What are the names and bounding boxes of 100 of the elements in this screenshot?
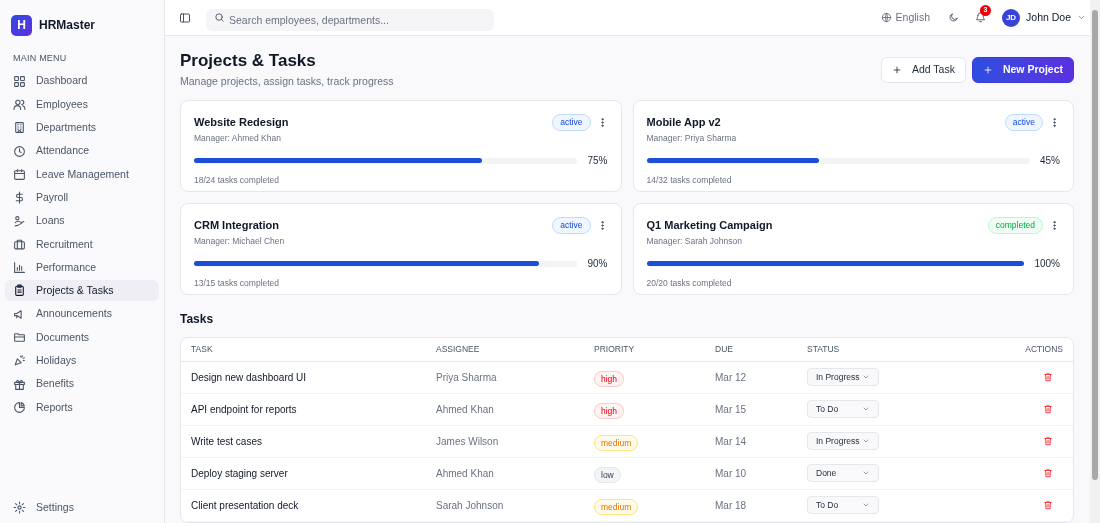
task-name: API endpoint for reports [191,402,298,417]
status-dropdown[interactable]: Done [807,464,879,483]
manager-name: Manager: Sarah Johnson [646,234,743,248]
sidebar-item[interactable]: Attendance [5,140,159,162]
theme-toggle-button[interactable] [948,12,960,23]
new-project-button[interactable]: New Project [971,57,1074,83]
sidebar-item[interactable]: Recruitment [5,233,159,255]
column-header: ASSIGNEE [436,342,481,356]
section-title: Tasks [180,310,215,328]
building-icon [13,121,26,135]
due-date: Mar 18 [715,498,748,513]
page-title: Projects & Tasks [180,50,317,72]
progress-percent: 90% [587,257,608,272]
grid-icon [13,74,26,88]
due-date: Mar 14 [715,434,748,449]
chevron-down-icon [1077,13,1086,22]
due-date: Mar 12 [715,370,748,385]
sidebar-item[interactable]: Loans [5,210,159,232]
priority-badge: medium [594,499,639,516]
user-name: John Doe [1026,9,1071,25]
sidebar-item[interactable]: Announcements [5,303,159,325]
status-badge: completed [987,216,1043,234]
project-name: Website Redesign [194,114,289,130]
priority-badge: low [594,467,621,484]
sidebar-item[interactable]: Payroll [5,187,159,209]
project-name: Mobile App v2 [646,114,721,130]
party-popper-icon [13,354,26,368]
due-date: Mar 10 [715,466,748,481]
sidebar-toggle-icon [179,11,191,24]
column-header: STATUS [807,342,841,356]
status-dropdown[interactable]: To Do [807,400,879,419]
pie-chart-icon [13,400,26,414]
bell-icon [975,12,987,23]
assignee-name: Sarah Johnson [436,498,505,513]
briefcase-icon [13,237,26,251]
priority-badge: medium [594,435,639,452]
sidebar-item[interactable]: Departments [5,117,159,139]
column-header: DUE [715,342,734,356]
gift-icon [13,377,26,391]
moon-icon [948,12,960,23]
assignee-name: Priya Sharma [436,370,498,385]
column-header: PRIORITY [594,342,636,356]
project-name: Q1 Marketing Campaign [646,217,773,233]
status-badge: active [552,113,591,131]
sidebar-item[interactable]: Performance [5,257,159,279]
trash-icon [1043,500,1053,511]
column-header: TASK [191,342,214,356]
clock-icon [13,144,26,158]
tasks-completed: 13/15 tasks completed [194,277,281,290]
user-menu-button[interactable]: JD John Doe [1002,8,1086,27]
users-icon [13,98,26,112]
search-field[interactable]: Search employees, departments... [206,8,494,31]
sidebar-item[interactable]: Holidays [5,350,159,372]
sidebar-item[interactable]: Projects & Tasks [5,280,159,302]
sidebar-item[interactable]: Benefits [5,373,159,395]
notifications-button[interactable] [975,12,987,23]
column-header: ACTIONS [1024,342,1063,356]
manager-name: Manager: Ahmed Khan [194,131,282,145]
add-task-button[interactable]: Add Task [880,57,966,83]
tasks-completed: 20/20 tasks completed [646,277,733,290]
status-dropdown[interactable]: In Progress [807,368,879,387]
priority-badge: high [594,371,625,388]
sidebar-item[interactable]: Employees [5,94,159,116]
calendar-icon [13,168,26,181]
status-badge: active [552,216,591,234]
task-name: Design new dashboard UI [191,370,308,385]
priority-badge: high [594,403,625,420]
logo: H [11,14,32,36]
manager-name: Manager: Priya Sharma [646,131,738,145]
trash-icon [1043,404,1053,415]
delete-button[interactable] [1043,372,1053,383]
status-dropdown[interactable]: To Do [807,496,879,515]
delete-button[interactable] [1043,436,1053,447]
coins-icon [13,214,26,228]
sidebar-item[interactable]: Documents [5,327,159,349]
assignee-name: Ahmed Khan [436,402,495,417]
plus-icon [891,65,902,75]
due-date: Mar 15 [715,402,748,417]
assignee-name: James Wilson [436,434,500,449]
delete-button[interactable] [1043,404,1053,415]
progress-percent: 45% [1040,154,1060,169]
sidebar-item[interactable]: Leave Management [5,164,159,185]
language-button[interactable]: English [880,9,931,26]
dollar-icon [13,191,26,205]
settings-item[interactable]: Settings [5,497,159,518]
delete-button[interactable] [1043,500,1053,511]
trash-icon [1043,436,1053,447]
scrollbar[interactable] [1090,0,1100,523]
delete-button[interactable] [1043,468,1053,479]
status-badge: active [1004,113,1043,131]
assignee-name: Ahmed Khan [436,466,495,481]
status-dropdown[interactable]: In Progress [807,432,879,451]
page-subtitle: Manage projects, assign tasks, track progress [180,74,394,89]
sidebar-item[interactable]: Reports [5,396,159,418]
user-avatar: JD [1002,8,1021,27]
progress-percent: 100% [1034,257,1060,272]
sidebar-item[interactable]: Dashboard [5,70,159,92]
globe-icon [880,12,892,23]
folder-icon [13,331,26,345]
trash-icon [1043,372,1053,383]
